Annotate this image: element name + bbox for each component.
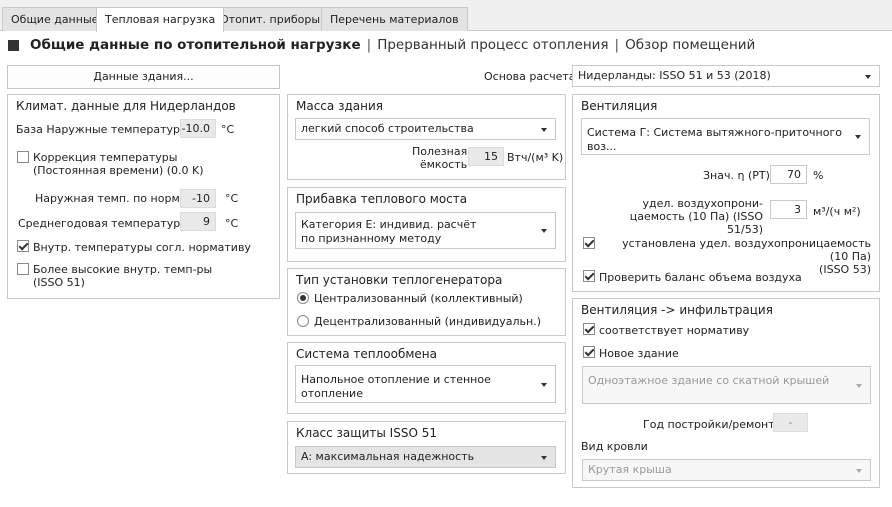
chevron-down-icon [541,383,547,387]
norm-compliant-checkbox[interactable] [583,323,595,335]
tab-heat-load[interactable]: Тепловая нагрузка [96,7,225,32]
norm-temp-label: Наружная темп. по норме [35,192,187,205]
mass-value: легкий способ строительства [301,122,474,135]
permeability-unit: м³/(ч м²) [813,205,861,218]
eta-unit: % [813,169,824,182]
chevron-down-icon [856,384,862,388]
roof-type-select[interactable]: Крутая крыша [582,459,871,481]
centralized-radio[interactable] [297,292,309,304]
ventilation-system-select[interactable]: Система Г: Система вытяжного-приточного … [581,118,870,155]
tab-general-data[interactable]: Общие данные [2,7,108,31]
chevron-down-icon [856,469,862,473]
roof-type-value: Крутая крыша [588,463,672,476]
centralized-label: Централизованный (коллективный) [314,292,523,305]
subnav: Общие данные по отопительной нагрузке | … [8,36,755,54]
square-icon [8,39,19,51]
climate-title: Климат. данные для Нидерландов [16,99,236,113]
decentralized-label: Децентрализованный (индивидуальн.) [314,315,542,328]
subnav-interrupted-heating-link[interactable]: Прерванный процесс отопления [377,37,608,53]
new-building-label: Новое здание [599,347,679,360]
capacity-value: 15 [468,147,504,166]
exchange-value: Напольное отопление и стенное отопление [301,373,491,400]
exchange-title: Система теплообмена [296,347,437,361]
tab-heating-devices[interactable]: Отопит. приборы [211,7,330,31]
construction-year-label: Год постройки/ремонта [643,418,782,431]
chevron-down-icon [855,135,861,139]
heat-exchange-group: Система теплообмена Напольное отопление … [287,342,566,414]
climate-group: Климат. данные для Нидерландов База Нару… [7,94,280,299]
air-balance-label: Проверить баланс объема воздуха [599,271,802,284]
thermal-bridge-select[interactable]: Категория E: индивид. расчёт по признанн… [295,212,556,249]
decentralized-radio[interactable] [297,315,309,327]
subnav-separator: | [366,37,372,53]
protection-value: A: максимальная надежность [301,450,475,463]
infiltration-group: Вентиляция -> инфильтрация соответствует… [572,298,880,488]
subnav-rooms-overview-link[interactable]: Обзор помещений [625,37,755,53]
construction-year-value[interactable]: - [773,413,808,432]
mass-select[interactable]: легкий способ строительства [295,118,556,140]
correction-checkbox[interactable] [17,151,29,163]
eta-input[interactable]: 70 [770,165,807,184]
chevron-down-icon [541,456,547,460]
correction-label: Коррекция температуры (Постоянная времен… [33,151,204,177]
chevron-down-icon [865,75,871,79]
building-type-select[interactable]: Одноэтажное здание со скатной крышей [582,366,871,404]
building-data-button[interactable]: Данные здания... [7,65,280,89]
higher-inner-label: Более высокие внутр. темп-ры (ISSO 51) [33,263,213,289]
base-temp-unit: °C [221,123,235,136]
basis-select[interactable]: Нидерланды: ISSO 51 и 53 (2018) [572,65,880,87]
avg-temp-label: Среднегодовая температура [18,217,187,230]
air-balance-checkbox[interactable] [583,270,595,282]
norm-temp-value: -10 [180,189,216,208]
permeability-label: удел. воздухопрони- цаемость (10 Па) (IS… [629,197,763,236]
roof-type-label: Вид кровли [581,440,648,453]
heat-generator-group: Тип установки теплогенератора Централизо… [287,268,566,336]
new-building-checkbox[interactable] [583,346,595,358]
eta-label: Знач. η (PT) [703,169,770,182]
norm-temp-unit: °C [225,192,239,205]
chevron-down-icon [541,128,547,132]
ventilation-system-value: Система Г: Система вытяжного-приточного … [587,126,842,153]
ventilation-title: Вентиляция [581,99,658,113]
tab-material-list[interactable]: Перечень материалов [321,7,468,31]
basis-value: Нидерланды: ISSO 51 и 53 (2018) [578,69,771,82]
tab-bar: Общие данные Тепловая нагрузка Отопит. п… [0,0,892,32]
inner-norm-label: Внутр. температуры согл. нормативу [33,241,251,254]
avg-temp-unit: °C [225,217,239,230]
base-temp-value: -10.0 [180,119,216,138]
subnav-current: Общие данные по отопительной нагрузке [30,37,361,53]
building-mass-group: Масса здания легкий способ строительства… [287,94,566,180]
base-temp-label: База Наружные температуры [16,123,189,136]
thermal-bridge-title: Прибавка теплового моста [296,192,468,206]
norm-compliant-label: соответствует нормативу [599,324,750,337]
protection-select[interactable]: A: максимальная надежность [295,446,556,468]
subnav-separator: | [614,37,620,53]
permeability-set-checkbox[interactable] [583,237,595,249]
mass-title: Масса здания [296,99,383,113]
basis-label: Основа расчета [484,70,576,83]
building-type-value: Одноэтажное здание со скатной крышей [588,374,830,387]
thermal-bridge-group: Прибавка теплового моста Категория E: ин… [287,187,566,262]
capacity-label: Полезная ёмкость [412,145,468,171]
inner-norm-checkbox[interactable] [17,240,29,252]
higher-inner-checkbox[interactable] [17,263,29,275]
avg-temp-value: 9 [180,212,216,231]
thermal-bridge-value: Категория E: индивид. расчёт по признанн… [301,218,477,245]
protection-title: Класс защиты ISSO 51 [296,426,437,440]
infiltration-title: Вентиляция -> инфильтрация [581,303,773,317]
ventilation-group: Вентиляция Система Г: Система вытяжного-… [572,94,880,292]
generator-title: Тип установки теплогенератора [296,273,503,287]
capacity-unit: Втч/(м³ K) [507,151,564,164]
permeability-input[interactable]: 3 [770,200,807,219]
chevron-down-icon [541,229,547,233]
protection-class-group: Класс защиты ISSO 51 A: максимальная над… [287,421,566,474]
exchange-select[interactable]: Напольное отопление и стенное отопление [295,365,556,403]
